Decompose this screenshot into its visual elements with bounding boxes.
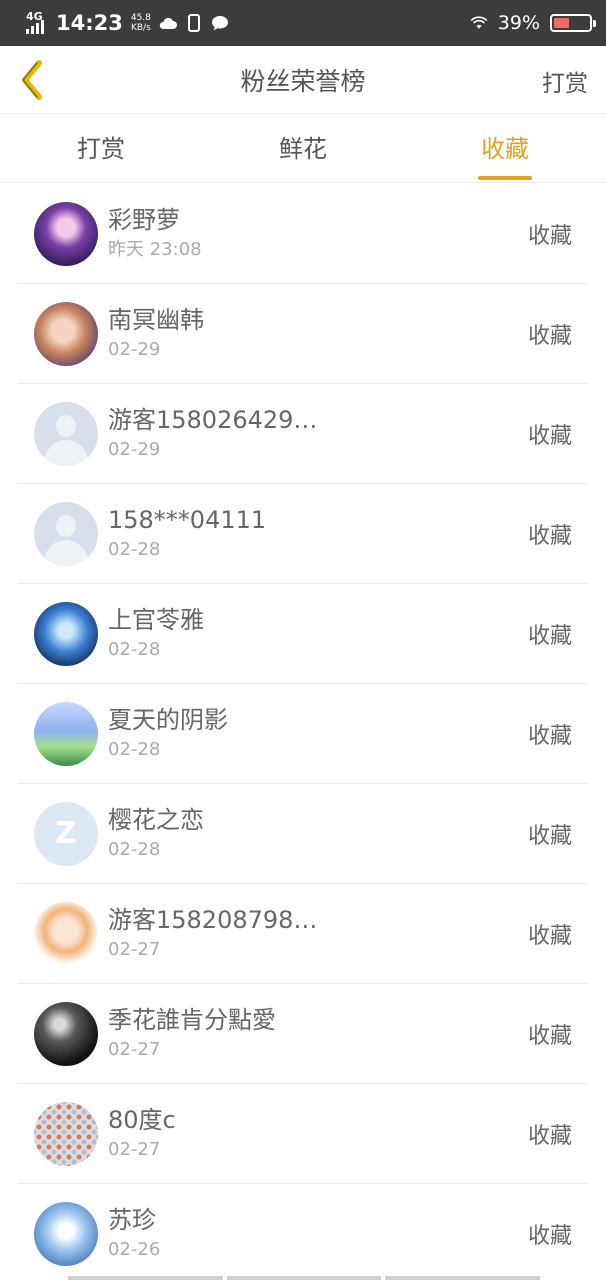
timestamp: 02-29 [108, 338, 161, 360]
timestamp: 02-28 [108, 838, 161, 860]
list-item[interactable]: 彩野萝 昨天 23:08 收藏 [18, 184, 588, 284]
user-name: 樱花之恋 [108, 805, 204, 834]
tab-flowers[interactable]: 鲜花 [202, 115, 404, 182]
user-name: 夏天的阴影 [108, 705, 228, 734]
speed-value: 45.8 [130, 13, 151, 23]
list-item[interactable]: 苏珍 02-26 收藏 [18, 1184, 588, 1284]
reward-button[interactable]: 打赏 [542, 64, 588, 98]
user-name: 游客158026429… [108, 405, 318, 434]
speed-unit: KB/s [130, 23, 151, 33]
top-nav-bar: 粉丝荣誉榜 打赏 [0, 46, 606, 114]
wifi-icon [470, 14, 488, 32]
user-name: 苏珍 [108, 1206, 156, 1234]
user-name: 158***04111 [108, 505, 267, 534]
back-button[interactable] [14, 56, 50, 104]
user-name: 南冥幽韩 [108, 305, 204, 334]
action-label: 收藏 [527, 1023, 572, 1049]
tab-reward[interactable]: 打赏 [0, 115, 202, 182]
timestamp: 02-27 [108, 938, 161, 960]
user-name: 上官苓雅 [108, 605, 204, 634]
bottom-scroll-indicator [68, 1276, 541, 1280]
list-item[interactable]: 上官苓雅 02-28 收藏 [18, 584, 588, 684]
action-label: 收藏 [527, 723, 572, 749]
tab-favorites[interactable]: 收藏 [404, 115, 606, 182]
battery-percent: 39% [497, 12, 540, 34]
cloud-icon [159, 14, 177, 32]
network-speed: 45.8 KB/s [131, 13, 151, 33]
avatar[interactable] [34, 1001, 98, 1066]
action-label: 收藏 [527, 623, 572, 649]
avatar[interactable] [34, 301, 98, 366]
action-label: 收藏 [527, 523, 572, 549]
status-bar: 4G 14:23 45.8 KB/s 39% [0, 0, 606, 46]
timestamp: 02-27 [108, 1038, 161, 1060]
list-item[interactable]: 游客158026429… 02-29 收藏 [18, 384, 588, 484]
timestamp: 02-26 [108, 1239, 161, 1260]
user-name: 80度c [108, 1105, 176, 1134]
action-label: 收藏 [527, 323, 572, 349]
timestamp: 02-29 [108, 438, 161, 460]
timestamp: 02-27 [108, 1138, 161, 1160]
list-item[interactable]: Z 樱花之恋 02-28 收藏 [18, 784, 588, 884]
avatar[interactable] [34, 601, 98, 666]
timestamp: 昨天 23:08 [108, 238, 202, 260]
chat-bubble-icon [211, 14, 229, 32]
tab-bar: 打赏 鲜花 收藏 [0, 115, 606, 183]
list-item[interactable]: 夏天的阴影 02-28 收藏 [18, 684, 588, 784]
timestamp: 02-28 [108, 538, 161, 560]
avatar[interactable] [34, 1101, 98, 1166]
timestamp: 02-28 [108, 738, 161, 760]
list-item[interactable]: 158***04111 02-28 收藏 [18, 484, 588, 584]
action-label: 收藏 [527, 1123, 572, 1149]
phone-icon [185, 14, 203, 32]
battery-icon [550, 14, 596, 32]
timestamp: 02-28 [108, 638, 161, 660]
list-item[interactable]: 南冥幽韩 02-29 收藏 [18, 284, 588, 384]
list-item[interactable]: 游客158208798… 02-27 收藏 [18, 884, 588, 984]
action-label: 收藏 [527, 423, 572, 449]
clock: 14:23 [56, 11, 123, 35]
default-user-avatar[interactable] [34, 501, 98, 566]
z-logo-avatar[interactable]: Z [34, 801, 98, 866]
user-name: 游客158208798… [108, 905, 318, 934]
default-user-avatar[interactable] [34, 401, 98, 466]
action-label: 收藏 [527, 923, 572, 949]
signal-icon: 4G [26, 11, 48, 34]
avatar[interactable] [34, 1202, 98, 1266]
list-item[interactable]: 季花誰肯分點愛 02-27 收藏 [18, 984, 588, 1084]
chevron-left-icon [22, 60, 42, 100]
fan-list: 彩野萝 昨天 23:08 收藏 南冥幽韩 02-29 收藏 游客15802642… [0, 184, 606, 1284]
list-item[interactable]: 80度c 02-27 收藏 [18, 1084, 588, 1184]
user-name: 季花誰肯分點愛 [108, 1005, 276, 1034]
action-label: 收藏 [527, 823, 572, 849]
avatar[interactable] [34, 201, 98, 266]
page-title: 粉丝荣誉榜 [240, 66, 366, 96]
action-label: 收藏 [527, 223, 572, 249]
action-label: 收藏 [527, 1224, 572, 1249]
avatar[interactable] [34, 701, 98, 766]
user-name: 彩野萝 [108, 205, 180, 234]
avatar[interactable] [34, 901, 98, 966]
